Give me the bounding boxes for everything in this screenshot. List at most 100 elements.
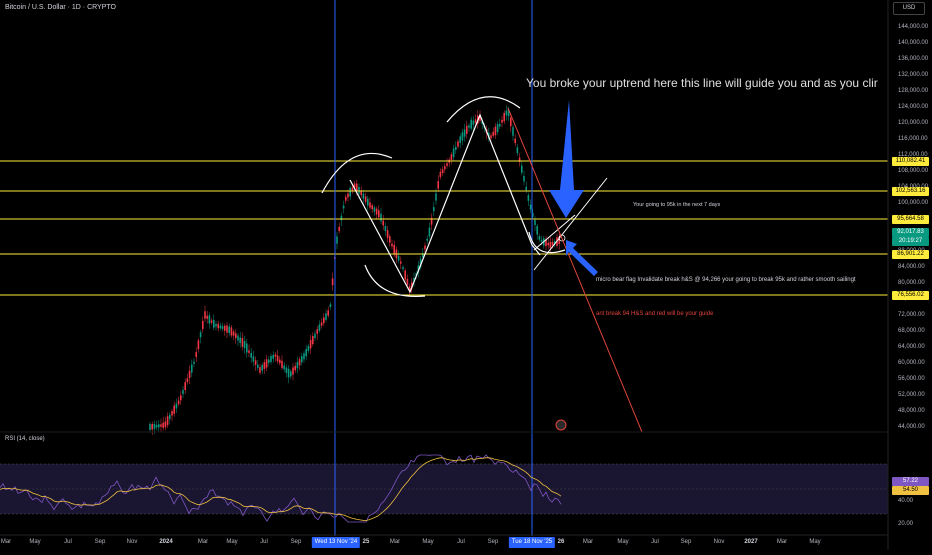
- symbol-title[interactable]: Bitcoin / U.S. Dollar · 1D · CRYPTO: [5, 4, 116, 11]
- candle-body: [173, 405, 175, 414]
- candle-body: [441, 169, 444, 173]
- time-axis-tick: Mar: [582, 539, 594, 545]
- time-axis-tick: 25: [362, 539, 370, 545]
- candle-body: [270, 356, 272, 362]
- chart-stage[interactable]: Bitcoin / U.S. Dollar · 1D · CRYPTO USD …: [0, 0, 932, 550]
- price-axis-label: 60,000.00: [898, 360, 925, 366]
- candle-body: [375, 208, 378, 215]
- candle-body: [252, 356, 255, 362]
- candle-body: [272, 354, 274, 359]
- candle-body: [296, 361, 299, 369]
- candle-body: [261, 364, 263, 371]
- rsi-indicator-label[interactable]: RSI (14, close): [5, 436, 45, 442]
- candle-body: [186, 378, 189, 383]
- candle-body: [389, 236, 391, 243]
- date-marker-nov-2025: Tue 18 Nov '25: [508, 537, 556, 548]
- candle-body: [386, 230, 389, 238]
- candle-body: [492, 131, 494, 136]
- up-left-arrow: [566, 240, 598, 276]
- candle-body: [193, 361, 195, 364]
- price-axis-label: 84,000.00: [898, 264, 925, 270]
- candle-body: [400, 261, 402, 264]
- down-arrow: [549, 100, 584, 218]
- time-axis-tick: 2027: [744, 539, 758, 545]
- candle-body: [283, 365, 285, 370]
- candle-body: [182, 389, 184, 395]
- annotation-micro-bear-flag[interactable]: micro bear flag Invalidate break h&S @ 9…: [596, 277, 856, 283]
- candle-body: [158, 424, 160, 428]
- candle-body: [457, 141, 459, 147]
- time-axis-tick: May: [422, 539, 434, 545]
- candle-body: [213, 319, 215, 328]
- price-axis-label: 68,000.00: [898, 328, 925, 334]
- annotation-red-guide[interactable]: ant break 94 H&S and red will be your gu…: [596, 311, 713, 317]
- time-axis-tick: Mar: [0, 539, 12, 545]
- candle-body: [208, 315, 211, 324]
- price-axis-label: 140,000.00: [898, 40, 929, 46]
- candle-body: [254, 360, 257, 365]
- candle-body: [472, 120, 475, 125]
- candle-body: [356, 183, 358, 192]
- candle-body: [191, 364, 193, 373]
- candle-body: [503, 112, 505, 122]
- candle-body: [153, 423, 156, 429]
- time-axis-tick: Sep: [487, 539, 499, 545]
- candle-body: [435, 193, 437, 201]
- candle-body: [329, 304, 332, 308]
- candle-body: [320, 322, 323, 326]
- candle-body: [250, 352, 252, 358]
- time-axis-tick: Mar: [197, 539, 209, 545]
- candle-body: [540, 239, 543, 242]
- candle-body: [347, 193, 349, 198]
- candle-body: [463, 129, 466, 137]
- candle-body: [345, 196, 347, 201]
- price-axis-label: 120,000.00: [898, 120, 929, 126]
- candle-body: [215, 324, 217, 327]
- candle-body: [169, 414, 171, 420]
- time-axis-tick: Mar: [776, 539, 788, 545]
- price-axis-label: 44,000.00: [898, 424, 925, 430]
- candle-body: [455, 146, 457, 150]
- candle-body: [527, 195, 530, 201]
- candle-body: [292, 367, 294, 375]
- candle-body: [549, 241, 552, 248]
- candle-body: [290, 371, 292, 377]
- candle-body: [349, 187, 351, 197]
- candle-body: [373, 207, 376, 212]
- candle-body: [360, 191, 362, 196]
- candle-body: [259, 367, 261, 373]
- annotation-uptrend[interactable]: You broke your uptrend here this line wi…: [526, 76, 878, 90]
- candle-body: [536, 225, 538, 235]
- candle-body: [325, 313, 327, 320]
- candle-body: [248, 350, 250, 353]
- candle-body: [439, 171, 442, 177]
- candle-body: [538, 236, 541, 240]
- candle-body: [175, 403, 178, 409]
- candle-body: [257, 364, 259, 368]
- candle-body: [305, 349, 307, 357]
- candle-body: [197, 340, 200, 350]
- candle-body: [378, 210, 380, 218]
- candle-body: [241, 338, 244, 347]
- candle-body: [162, 422, 164, 428]
- time-axis-tick: Mar: [389, 539, 401, 545]
- annotation-95k-seven-days[interactable]: Your going to 95k in the next 7 days: [633, 202, 720, 208]
- candle-body: [155, 424, 158, 428]
- candle-body: [210, 320, 213, 323]
- price-axis-label: 64,000.00: [898, 344, 925, 350]
- candle-body: [237, 335, 239, 341]
- candle-body: [529, 204, 532, 210]
- candle-body: [177, 400, 180, 405]
- price-tag-76556: 76,556.02: [892, 291, 929, 300]
- price-axis-label: 100,000.00: [898, 200, 929, 206]
- candle-body: [364, 196, 367, 202]
- candle-body: [279, 359, 281, 364]
- red-trend-line: [507, 107, 643, 433]
- candle-body: [547, 242, 549, 246]
- candle-body: [226, 325, 228, 333]
- candle-body: [301, 356, 303, 363]
- candle-body: [160, 424, 162, 427]
- candle-body: [221, 326, 224, 329]
- currency-selector[interactable]: USD: [893, 2, 925, 15]
- time-axis-tick: Nov: [713, 539, 725, 545]
